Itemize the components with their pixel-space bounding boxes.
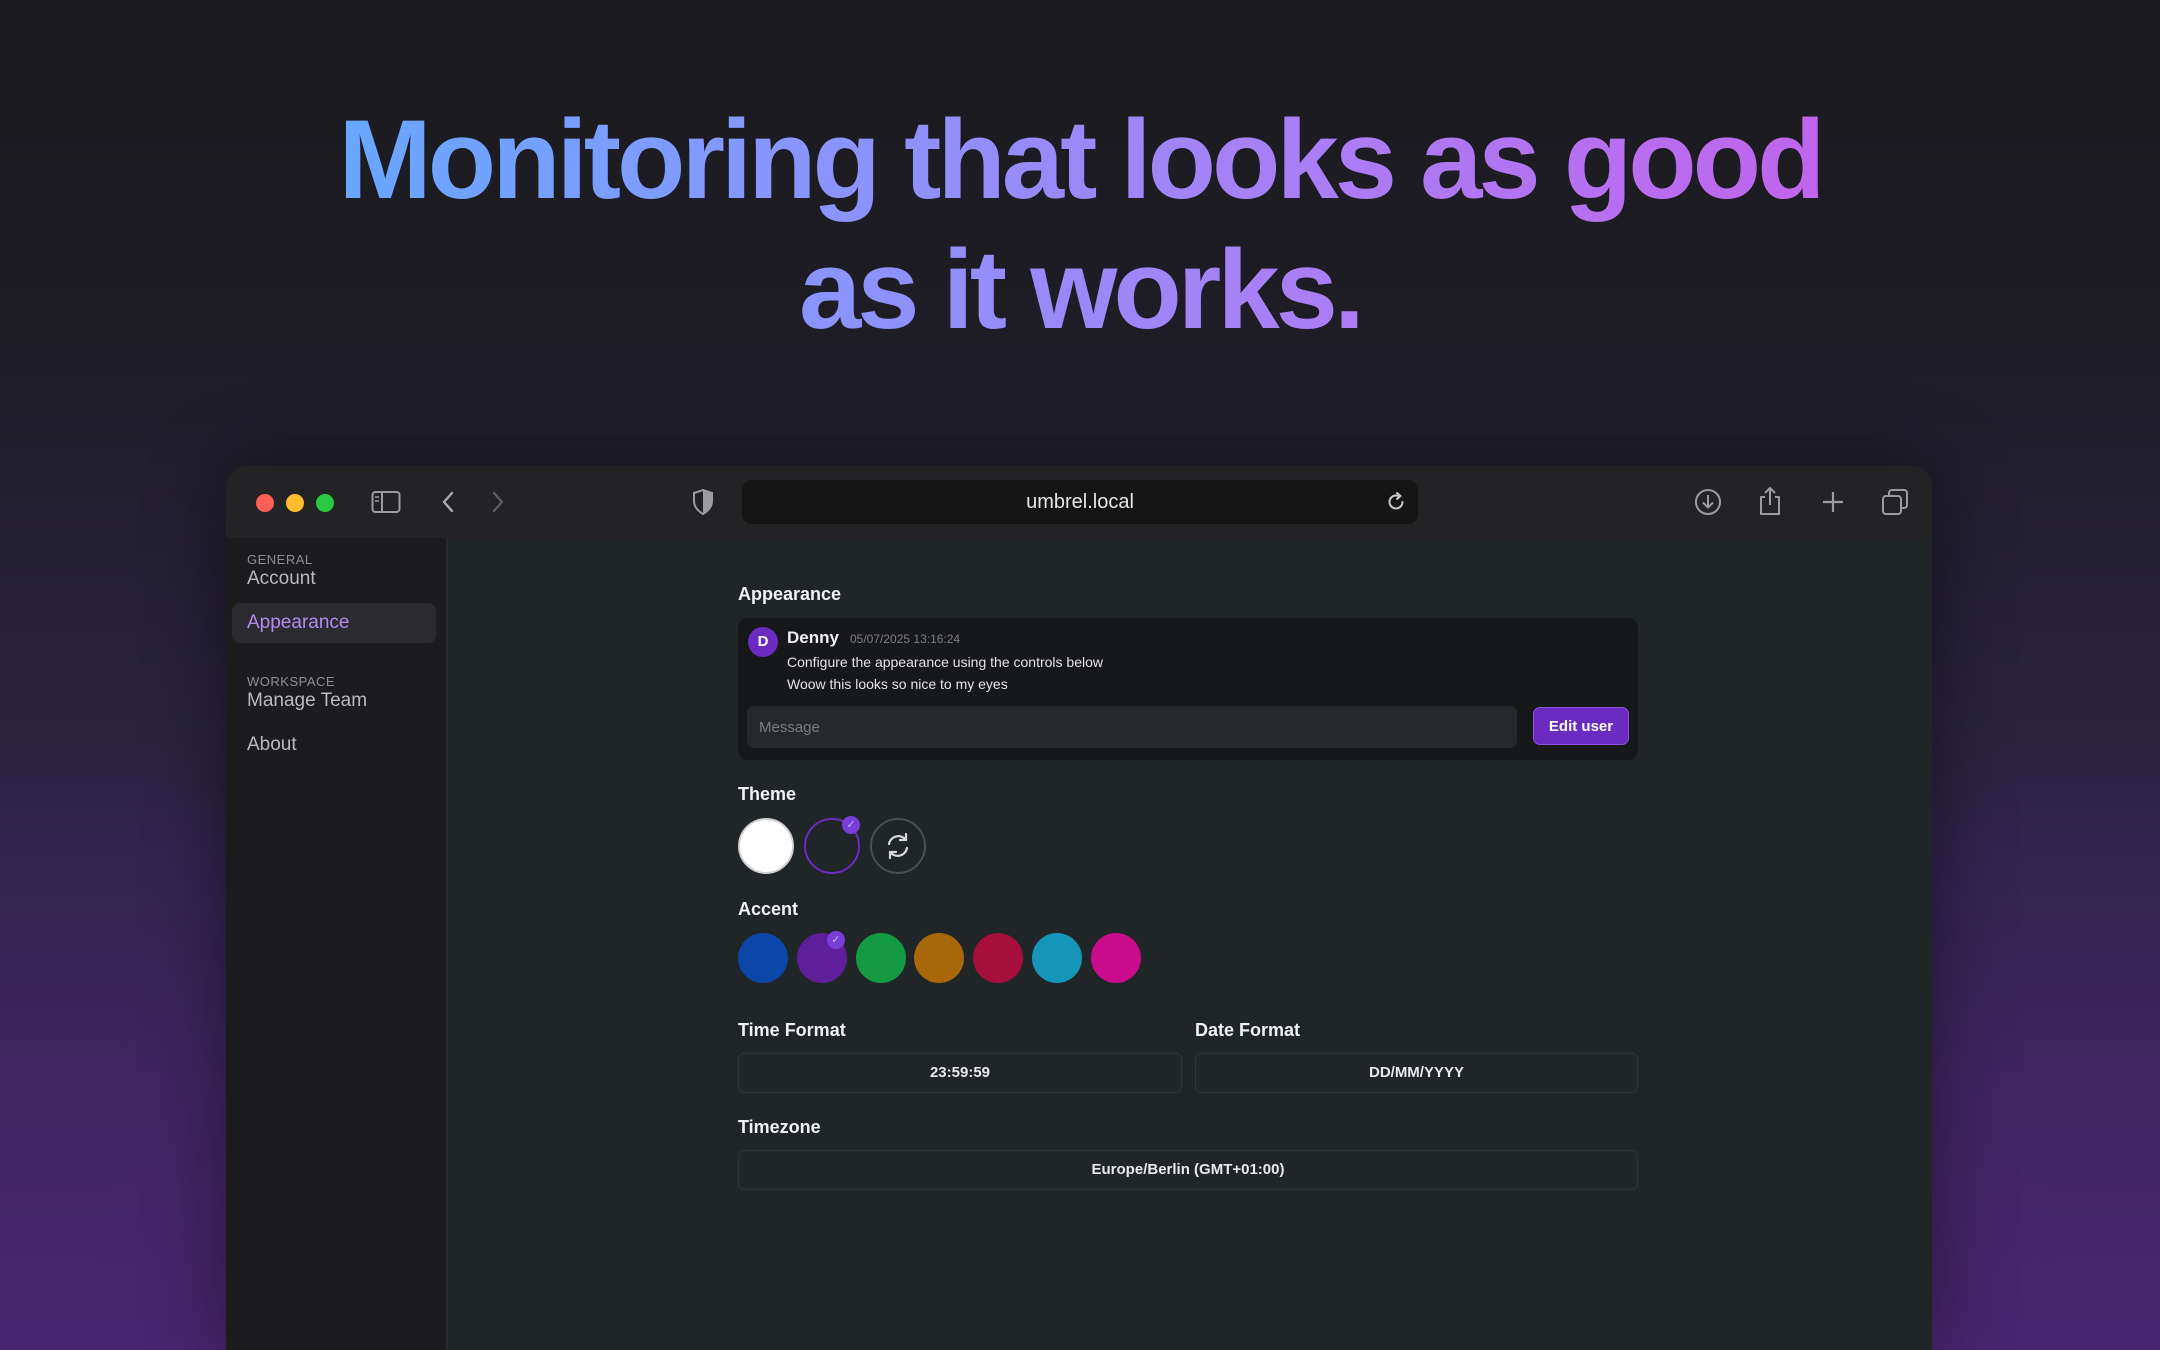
edit-user-button[interactable]: Edit user — [1533, 707, 1629, 745]
close-window-button[interactable] — [256, 494, 274, 512]
back-arrow-icon[interactable] — [440, 490, 456, 519]
theme-title: Theme — [738, 784, 797, 804]
sidebar-item-account[interactable]: Account — [232, 559, 436, 599]
time-format-select[interactable]: 23:59:59 — [738, 1053, 1182, 1093]
message-line-2: Woow this looks so nice to my eyes — [787, 676, 1008, 692]
hero-line-1: Monitoring that looks as good — [338, 97, 1822, 222]
hero-headline: Monitoring that looks as good as it work… — [0, 95, 2160, 355]
hero-line-2: as it works. — [798, 227, 1362, 352]
browser-toolbar: umbrel.local — [226, 466, 1932, 538]
message-input[interactable] — [747, 706, 1517, 748]
sidebar-item-manage-team[interactable]: Manage Team — [232, 681, 436, 721]
sidebar-item-appearance[interactable]: Appearance — [232, 603, 436, 643]
theme-auto-option[interactable] — [870, 818, 926, 874]
avatar: D — [748, 627, 778, 657]
accent-title: Accent — [738, 899, 799, 919]
address-bar[interactable]: umbrel.local — [742, 480, 1418, 524]
theme-selected-check-icon: ✓ — [842, 816, 860, 834]
accent-swatch-6[interactable] — [1032, 933, 1082, 983]
sidebar-toggle-icon[interactable] — [371, 490, 401, 519]
minimize-window-button[interactable] — [286, 494, 304, 512]
accent-selected-check-icon: ✓ — [826, 931, 845, 949]
settings-sidebar: GENERAL Account Appearance WORKSPACE Man… — [226, 538, 448, 1350]
sync-icon — [887, 832, 909, 860]
message-author: Denny — [787, 628, 839, 647]
theme-light-option[interactable] — [738, 818, 794, 874]
sidebar-item-about[interactable]: About — [232, 725, 436, 765]
new-tab-icon[interactable] — [1820, 489, 1846, 520]
time-format-title: Time Format — [738, 1020, 846, 1040]
privacy-shield-icon[interactable] — [691, 488, 715, 521]
url-text: umbrel.local — [1026, 491, 1134, 513]
forward-arrow-icon[interactable] — [490, 490, 506, 519]
timezone-title: Timezone — [738, 1117, 821, 1137]
browser-window: umbrel.local GENERAL Account Appearance … — [226, 466, 1932, 1350]
timezone-select[interactable]: Europe/Berlin (GMT+01:00) — [738, 1150, 1638, 1190]
message-line-1: Configure the appearance using the contr… — [787, 654, 1103, 670]
download-icon[interactable] — [1693, 487, 1723, 522]
accent-swatch-3[interactable] — [855, 933, 906, 983]
tab-overview-icon[interactable] — [1880, 487, 1910, 522]
accent-swatch-1[interactable] — [738, 933, 788, 983]
date-format-title: Date Format — [1195, 1020, 1301, 1040]
message-timestamp: 05/07/2025 13:16:24 — [850, 632, 961, 646]
accent-swatch-5[interactable] — [973, 933, 1024, 983]
date-format-select[interactable]: DD/MM/YYYY — [1195, 1053, 1638, 1093]
accent-swatch-7[interactable] — [1090, 933, 1141, 983]
share-icon[interactable] — [1756, 485, 1784, 522]
appearance-title: Appearance — [738, 584, 842, 604]
reload-icon[interactable] — [1384, 490, 1408, 519]
zoom-window-button[interactable] — [316, 494, 334, 512]
appearance-preview-card: D Denny 05/07/2025 13:16:24 Configure th… — [738, 618, 1638, 760]
